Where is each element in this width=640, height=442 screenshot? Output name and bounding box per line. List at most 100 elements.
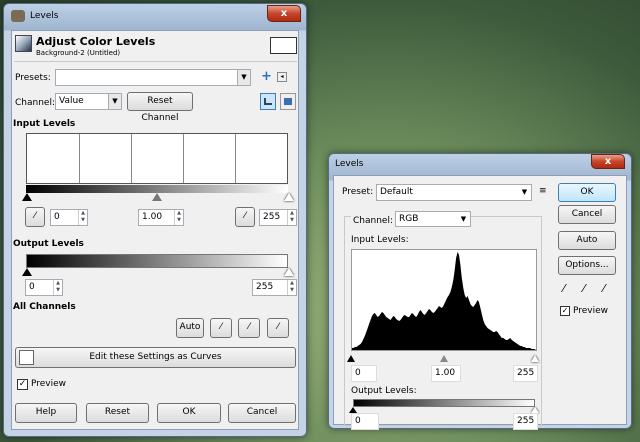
gimp-title-bar[interactable]: Levels x: [4, 4, 306, 29]
log-histogram-icon[interactable]: [280, 93, 296, 110]
presets-label: Presets:: [15, 73, 51, 83]
preset-label: Preset:: [342, 187, 374, 197]
channel-combo[interactable]: RGB ▼: [395, 211, 471, 227]
channel-combo[interactable]: Value ▼: [55, 93, 122, 110]
input-black-value: 0: [355, 368, 361, 378]
preview-label: Preview: [31, 379, 67, 389]
ps-histogram: [351, 249, 537, 351]
channel-label: Channel:: [15, 98, 55, 108]
gimp-close-button[interactable]: x: [267, 5, 301, 22]
input-white-field[interactable]: 255: [513, 365, 538, 382]
input-black-picker[interactable]: ⁄: [25, 207, 45, 227]
ps-close-button[interactable]: x: [591, 154, 625, 169]
ps-window-title: Levels: [335, 159, 364, 169]
dialog-subheading: Background-2 (Untitled): [36, 49, 121, 57]
edit-as-curves-button[interactable]: Edit these Settings as Curves: [15, 347, 296, 368]
output-gradient-bar: [353, 399, 535, 407]
input-white-picker[interactable]: ⁄: [235, 207, 255, 227]
output-black-field[interactable]: 0 ▲ ▼: [25, 279, 63, 296]
input-black-slider[interactable]: [22, 193, 32, 201]
reset-channel-button[interactable]: Reset Channel: [127, 92, 193, 123]
spin-arrows-icon[interactable]: ▲ ▼: [174, 210, 183, 225]
image-preview-thumbnail: [270, 37, 297, 54]
ps-client-area: Preset: Default ▼ ≡ Channel: RGB ▼ Input…: [333, 175, 627, 430]
ok-button[interactable]: OK: [157, 403, 221, 423]
white-eyedropper-icon[interactable]: ⁄: [603, 282, 605, 295]
spin-arrows-icon[interactable]: ▲ ▼: [287, 280, 296, 295]
gimp-levels-window: Levels x Adjust Color Levels Background-…: [3, 3, 307, 437]
cancel-button[interactable]: Cancel: [558, 205, 616, 224]
output-black-value: 0: [355, 416, 361, 426]
channel-group: Channel: RGB ▼ Input Levels: 0 1.00 255 …: [344, 211, 542, 430]
input-gradient-bar: [26, 185, 288, 193]
output-levels-label: Output Levels:: [351, 386, 417, 396]
eyedropper-icon: ⁄: [244, 211, 246, 221]
input-gamma-value: 1.00: [142, 212, 163, 222]
levels-icon: [15, 35, 32, 52]
presets-combo[interactable]: ▼: [55, 69, 251, 86]
options-button[interactable]: Options...: [558, 256, 616, 275]
eyedropper-icon: ⁄: [277, 322, 279, 332]
input-gamma-field[interactable]: 1.00: [431, 365, 461, 382]
preview-checkbox[interactable]: ✓: [17, 379, 28, 390]
preview-label: Preview: [573, 306, 609, 316]
input-black-field[interactable]: 0 ▲ ▼: [50, 209, 88, 226]
auto-button[interactable]: Auto: [558, 231, 616, 250]
spin-arrows-icon[interactable]: ▲ ▼: [53, 280, 62, 295]
input-gamma-slider[interactable]: [152, 193, 162, 201]
gimp-client-area: Adjust Color Levels Background-2 (Untitl…: [11, 30, 299, 430]
output-white-value: 255: [517, 416, 535, 426]
chevron-down-icon: ▼: [521, 188, 528, 196]
ok-button[interactable]: OK: [558, 183, 616, 202]
reset-button[interactable]: Reset: [86, 403, 149, 423]
black-point-picker[interactable]: ⁄: [210, 318, 232, 338]
input-gamma-slider[interactable]: [440, 355, 448, 362]
help-button[interactable]: Help: [15, 403, 77, 423]
output-black-field[interactable]: 0: [351, 413, 379, 430]
preset-value: Default: [380, 187, 413, 197]
output-black-slider[interactable]: [22, 268, 32, 276]
output-white-field[interactable]: 255 ▲ ▼: [252, 279, 297, 296]
spin-arrows-icon[interactable]: ▲ ▼: [78, 210, 87, 225]
gimp-window-title: Levels: [30, 11, 59, 21]
preset-combo[interactable]: Default ▼: [376, 184, 532, 201]
gimp-app-icon: [11, 10, 25, 22]
auto-button[interactable]: Auto: [176, 318, 204, 338]
input-white-field[interactable]: 255 ▲ ▼: [259, 209, 297, 226]
linear-histogram-icon[interactable]: [260, 93, 276, 110]
channel-label: Channel:: [351, 216, 395, 226]
eyedropper-icon: ⁄: [248, 322, 250, 332]
black-eyedropper-icon[interactable]: ⁄: [563, 282, 565, 295]
input-black-value: 0: [54, 212, 60, 222]
spin-arrows-icon[interactable]: ▲ ▼: [287, 210, 296, 225]
input-black-field[interactable]: 0: [351, 365, 377, 382]
chevron-down-icon: ▼: [108, 94, 121, 109]
input-levels-label: Input Levels: [13, 119, 76, 129]
edit-as-curves-label: Edit these Settings as Curves: [89, 352, 222, 362]
input-levels-label: Input Levels:: [351, 235, 409, 245]
close-icon: x: [280, 8, 288, 19]
add-preset-icon[interactable]: +: [261, 69, 272, 84]
header-separator: [14, 61, 297, 62]
preset-menu-icon[interactable]: ◂: [277, 72, 287, 82]
eyedropper-icon: ⁄: [34, 211, 36, 221]
preview-checkbox[interactable]: ✓: [560, 306, 570, 316]
preset-options-icon[interactable]: ≡: [539, 186, 547, 196]
output-white-value: 255: [256, 282, 274, 292]
histogram-chart: [352, 252, 536, 350]
output-gradient-bar: [26, 254, 288, 268]
output-white-slider[interactable]: [284, 268, 294, 276]
output-white-field[interactable]: 255: [513, 413, 538, 430]
gray-point-picker[interactable]: ⁄: [238, 318, 260, 338]
input-black-slider[interactable]: [347, 355, 355, 362]
input-white-slider[interactable]: [531, 355, 539, 362]
channel-value: Value: [59, 96, 84, 106]
input-gamma-field[interactable]: 1.00 ▲ ▼: [138, 209, 184, 226]
chevron-down-icon: ▼: [460, 215, 467, 223]
white-point-picker[interactable]: ⁄: [267, 318, 289, 338]
gray-eyedropper-icon[interactable]: ⁄: [583, 282, 585, 295]
cancel-button[interactable]: Cancel: [228, 403, 296, 423]
input-white-slider[interactable]: [284, 193, 294, 201]
ps-title-bar[interactable]: Levels x: [329, 154, 631, 174]
ps-levels-window: Levels x Preset: Default ▼ ≡ Channel: RG…: [328, 153, 632, 430]
